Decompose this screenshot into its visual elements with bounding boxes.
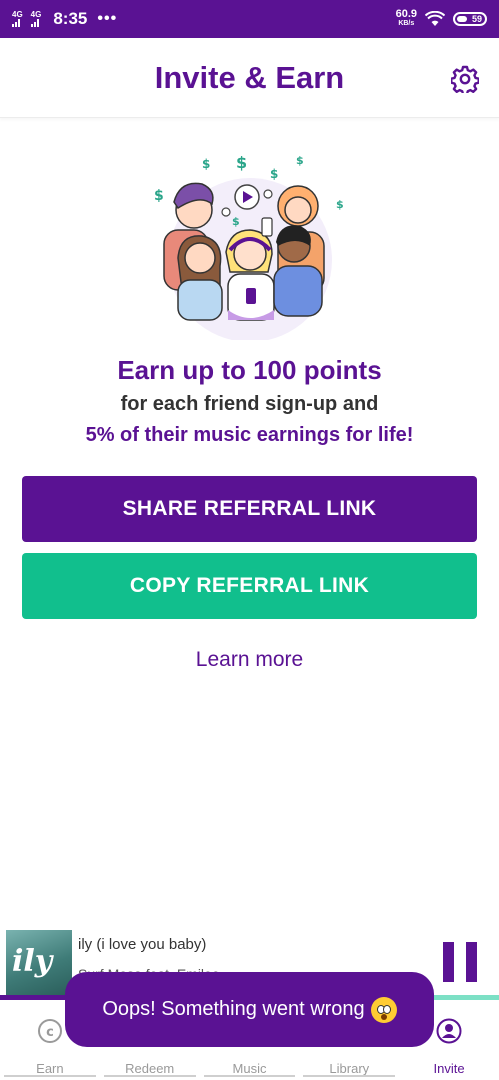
network-speed: 60.9 KB/s xyxy=(395,8,417,28)
nav-label-earn: Earn xyxy=(36,1061,64,1076)
nav-label-music: Music xyxy=(232,1061,267,1076)
svg-text:$: $ xyxy=(296,154,304,167)
network-type-2: 4G xyxy=(30,10,42,19)
clock: 8:35 xyxy=(53,9,88,28)
invite-icon xyxy=(436,1018,462,1044)
track-title: ily (i love you baby) xyxy=(78,936,207,953)
battery-level: 59 xyxy=(471,14,482,24)
friends-illustration: $ $ $ $ $ $ $ xyxy=(154,153,344,340)
battery-icon: 59 xyxy=(453,12,487,26)
svg-text:$: $ xyxy=(336,198,344,211)
coin-icon: c xyxy=(37,1019,62,1043)
svg-text:$: $ xyxy=(232,215,240,228)
nav-label-invite: Invite xyxy=(433,1061,465,1076)
copy-referral-link-button[interactable]: COPY REFERRAL LINK xyxy=(22,553,477,619)
speed-unit: KB/s xyxy=(398,20,415,27)
app-header: Invite & Earn xyxy=(0,38,499,118)
signal-2: 4G xyxy=(30,10,42,27)
svg-text:$: $ xyxy=(154,188,164,204)
svg-text:c: c xyxy=(46,1025,54,1040)
flushed-face-emoji-icon xyxy=(370,996,397,1023)
nav-indicator xyxy=(203,1075,296,1077)
subline-signup: for each friend sign-up and xyxy=(120,393,379,415)
nav-label-library: Library xyxy=(329,1061,370,1076)
error-toast: Oops! Something went wrong xyxy=(65,972,434,1047)
subline-earnings: 5% of their music earnings for life! xyxy=(85,424,414,446)
page-title: Invite & Earn xyxy=(154,59,345,95)
status-bar: 4G 4G 8:35 ••• 60.9 KB/s 59 xyxy=(0,0,499,38)
signal-1: 4G xyxy=(12,11,23,27)
nav-label-redeem: Redeem xyxy=(125,1061,175,1076)
network-type-1: 4G xyxy=(12,10,23,19)
wifi-icon xyxy=(425,11,445,26)
album-art[interactable]: ily xyxy=(6,930,72,996)
svg-text:$: $ xyxy=(270,167,278,181)
pause-icon[interactable] xyxy=(443,942,477,982)
gear-icon[interactable] xyxy=(451,65,479,93)
nav-indicator xyxy=(4,1075,96,1077)
speed-value: 60.9 xyxy=(395,8,417,20)
nav-indicator xyxy=(103,1075,196,1077)
learn-more-link[interactable]: Learn more xyxy=(0,648,499,672)
signal-bars-icon xyxy=(30,19,39,27)
album-art-text: ily xyxy=(12,944,53,979)
svg-text:$: $ xyxy=(202,157,210,171)
signal-bars-icon xyxy=(12,19,20,27)
nav-indicator xyxy=(303,1075,396,1077)
more-notifications-icon: ••• xyxy=(97,10,118,27)
share-referral-link-button[interactable]: SHARE REFERRAL LINK xyxy=(22,476,477,542)
toast-message: Oops! Something went wrong xyxy=(102,998,365,1020)
svg-text:$: $ xyxy=(236,153,247,172)
headline: Earn up to 100 points xyxy=(117,355,382,385)
